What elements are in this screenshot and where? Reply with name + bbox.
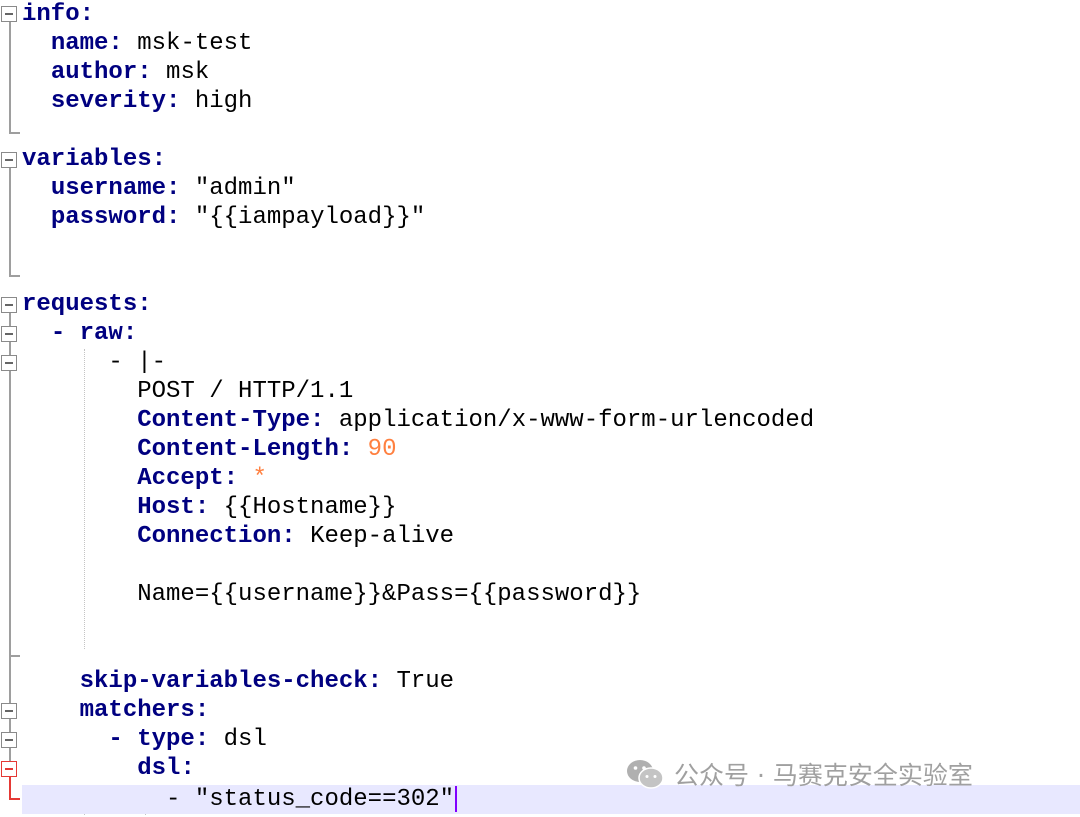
fold-toggle-raw[interactable]: [1, 326, 17, 342]
fold-toggle-type[interactable]: [1, 732, 17, 748]
yaml-separator: :: [122, 320, 138, 347]
watermark: 公众号 · 马赛克安全实验室: [626, 756, 973, 792]
code-line-status-code[interactable]: - "status_code==302": [22, 785, 458, 814]
yaml-value: Keep-alive: [310, 523, 455, 550]
fold-margin: [0, 0, 22, 817]
code-line-raw[interactable]: - raw:: [22, 319, 137, 348]
code-line-name[interactable]: name: msk-test: [22, 29, 253, 58]
yaml-key: info: [22, 1, 80, 28]
code-line-content-length[interactable]: Content-Length: 90: [22, 435, 396, 464]
code-line-host[interactable]: Host: {{Hostname}}: [22, 493, 396, 522]
yaml-separator: :: [151, 146, 167, 173]
yaml-key: Connection: [137, 523, 282, 550]
yaml-separator: :: [137, 291, 152, 318]
fold-toggle-dsl[interactable]: [1, 761, 17, 777]
yaml-value: msk: [166, 59, 210, 86]
yaml-key: author: [50, 59, 138, 86]
yaml-key: variables: [22, 146, 152, 173]
fold-toggle-requests[interactable]: [1, 297, 17, 313]
yaml-key: password: [50, 204, 167, 231]
yaml-key: name: [50, 30, 109, 57]
fold-end-marker-active: [9, 798, 20, 800]
yaml-key: skip-variables-check: [79, 668, 368, 695]
yaml-separator: :: [108, 30, 138, 57]
yaml-separator: :: [79, 1, 95, 28]
fold-end-marker: [9, 655, 20, 657]
code-line-dsl[interactable]: dsl:: [22, 754, 195, 783]
fold-line: [9, 6, 11, 133]
text-caret: [455, 785, 458, 812]
yaml-separator: :: [281, 523, 311, 550]
yaml-separator: :: [166, 204, 195, 231]
fold-line-active: [9, 776, 11, 799]
code-line-requests[interactable]: requests:: [22, 290, 152, 319]
yaml-separator: :: [194, 697, 210, 724]
fold-toggle-matchers[interactable]: [1, 703, 17, 719]
code-line-connection[interactable]: Connection: Keep-alive: [22, 522, 454, 551]
code-line-matchers[interactable]: matchers:: [22, 696, 210, 725]
yaml-key: requests: [22, 291, 138, 318]
yaml-value: high: [194, 88, 253, 115]
yaml-value: application/x-www-form-urlencoded: [338, 407, 815, 434]
code-line-skip-variables-check[interactable]: skip-variables-check: True: [22, 667, 454, 696]
code-line-content-type[interactable]: Content-Type: application/x-www-form-url…: [22, 406, 814, 435]
yaml-text: - "status_code==302": [166, 786, 455, 813]
yaml-value: "admin": [194, 175, 296, 202]
yaml-separator: :: [338, 436, 368, 463]
yaml-key: dsl: [137, 755, 181, 782]
fold-end-marker: [9, 275, 20, 277]
yaml-key: matchers: [79, 697, 195, 724]
code-line-block-scalar[interactable]: - |-: [22, 348, 166, 377]
code-line-password[interactable]: password: "{{iampayload}}": [22, 203, 425, 232]
yaml-separator: :: [166, 88, 195, 115]
yaml-value: dsl: [223, 726, 267, 753]
yaml-value: "{{iampayload}}": [194, 204, 426, 231]
yaml-separator: :: [310, 407, 339, 434]
yaml-separator: :: [166, 175, 195, 202]
yaml-separator: :: [180, 755, 195, 782]
yaml-text: POST / HTTP/1.1: [137, 378, 354, 405]
fold-line: [9, 152, 11, 276]
yaml-separator: :: [194, 726, 224, 753]
code-line-body[interactable]: Name={{username}}&Pass={{password}}: [22, 580, 641, 609]
code-editor[interactable]: info: name: msk-test author: msk severit…: [0, 0, 1080, 817]
code-line-type[interactable]: - type: dsl: [22, 725, 267, 754]
code-line-request-line[interactable]: POST / HTTP/1.1: [22, 377, 353, 406]
yaml-separator: :: [223, 465, 253, 492]
yaml-key: username: [50, 175, 167, 202]
fold-toggle-raw-item[interactable]: [1, 355, 17, 371]
yaml-key: - raw: [50, 320, 123, 347]
fold-toggle-variables[interactable]: [1, 152, 17, 168]
code-line-info[interactable]: info:: [22, 0, 94, 29]
yaml-key: Content-Type: [137, 407, 311, 434]
yaml-separator: :: [367, 668, 397, 695]
code-line-severity[interactable]: severity: high: [22, 87, 253, 116]
yaml-text: - |-: [108, 349, 167, 376]
yaml-value: True: [396, 668, 455, 695]
yaml-value: *: [252, 465, 267, 492]
code-line-author[interactable]: author: msk: [22, 58, 209, 87]
wechat-icon: [627, 760, 664, 789]
code-line-username[interactable]: username: "admin": [22, 174, 296, 203]
yaml-key: Content-Length: [137, 436, 339, 463]
yaml-key: Accept: [137, 465, 224, 492]
code-line-accept[interactable]: Accept: *: [22, 464, 267, 493]
yaml-value: {{Hostname}}: [223, 494, 397, 521]
code-line-variables[interactable]: variables:: [22, 145, 166, 174]
fold-toggle-info[interactable]: [1, 6, 17, 22]
yaml-key: Host: [137, 494, 195, 521]
yaml-key: - type: [108, 726, 195, 753]
fold-end-marker: [9, 132, 20, 134]
yaml-separator: :: [137, 59, 167, 86]
watermark-text: 公众号 · 马赛克安全实验室: [674, 761, 973, 790]
yaml-number: 90: [367, 436, 397, 463]
yaml-value: msk-test: [137, 30, 253, 57]
yaml-key: severity: [50, 88, 167, 115]
yaml-text: Name={{username}}&Pass={{password}}: [137, 581, 642, 608]
yaml-separator: :: [194, 494, 224, 521]
